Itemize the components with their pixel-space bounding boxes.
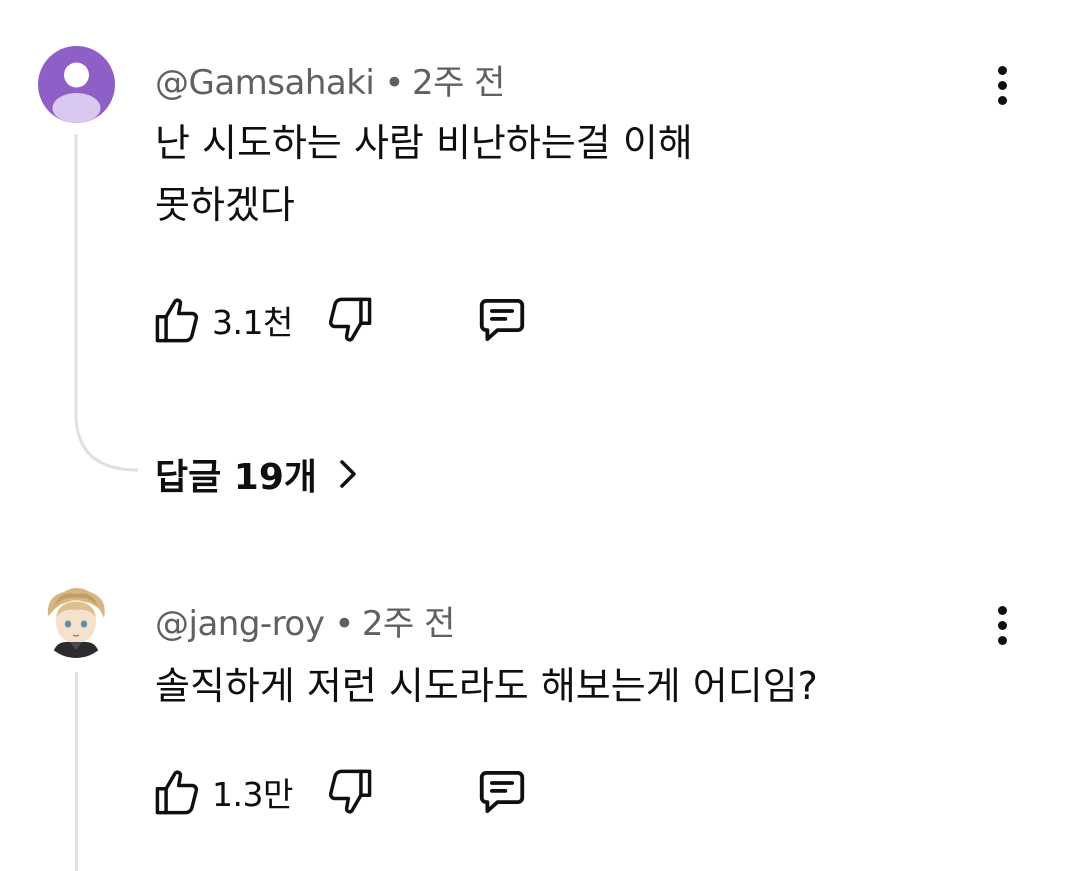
comment-actions: 1.3만 [152, 762, 529, 822]
thread-line [75, 672, 78, 871]
comment-meta: @Gamsahaki • 2주 전 [155, 55, 505, 104]
comment-text-line: 못하겠다 [155, 183, 295, 227]
avatar[interactable] [38, 46, 115, 123]
author-handle[interactable]: @jang-roy [155, 604, 325, 644]
comment-text-line: 솔직하게 저런 시도라도 해보는게 어디임? [155, 664, 818, 708]
default-user-icon [52, 62, 101, 123]
separator-dot: • [384, 63, 404, 103]
comment-icon[interactable] [475, 765, 529, 819]
comment-meta: @jang-roy • 2주 전 [155, 596, 455, 645]
more-vertical-icon[interactable] [994, 66, 1010, 105]
comment-text-line: 난 시도하는 사람 비난하는걸 이해 [155, 121, 693, 165]
comment-text: 솔직하게 저런 시도라도 해보는게 어디임? [155, 655, 1035, 717]
chevron-right-icon [337, 457, 359, 491]
comment-time: 2주 전 [361, 604, 456, 644]
thumbs-up-icon[interactable] [152, 766, 204, 818]
like-count: 1.3만 [212, 775, 293, 814]
like-count: 3.1천 [212, 303, 293, 342]
avatar[interactable] [40, 586, 112, 658]
thumbs-down-icon[interactable] [323, 294, 375, 346]
thread-line [74, 134, 139, 472]
character-avatar-icon [47, 588, 105, 658]
separator-dot: • [334, 604, 354, 644]
thumbs-up-icon[interactable] [152, 294, 204, 346]
comment-icon[interactable] [475, 293, 529, 347]
view-replies-button[interactable]: 답글 19개 [155, 448, 359, 500]
thumbs-down-icon[interactable] [323, 766, 375, 818]
comment-actions: 3.1천 [152, 290, 529, 350]
author-handle[interactable]: @Gamsahaki [155, 63, 375, 103]
replies-label: 답글 19개 [155, 457, 317, 498]
comment-time: 2주 전 [411, 63, 506, 103]
comment-text: 난 시도하는 사람 비난하는걸 이해 못하겠다 [155, 112, 875, 236]
more-vertical-icon[interactable] [994, 606, 1010, 645]
